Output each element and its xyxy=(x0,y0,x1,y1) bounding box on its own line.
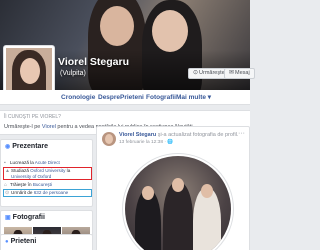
know-text-prefix: Urmăreşte-l pe xyxy=(4,124,42,130)
followers-prefix: Urmărit de xyxy=(11,190,34,195)
photo-person xyxy=(163,182,193,250)
post-card: Viorel Stegaru şi-a actualizat fotografi… xyxy=(96,126,250,250)
lives-link[interactable]: Bucureşti xyxy=(33,182,52,187)
education-prefix: Studiază xyxy=(11,168,31,173)
intro-followers: ⊙ Urmărit de 632 de persoane xyxy=(3,189,92,197)
cover-face-left xyxy=(100,6,134,46)
intro-education: ▲ Studiază Oxford University la Universit… xyxy=(3,167,92,180)
tab-friends[interactable]: Prieteni xyxy=(120,90,144,105)
know-person-link[interactable]: Viorel xyxy=(42,124,56,130)
home-icon: ⌂ xyxy=(4,182,8,188)
education-suffix: la xyxy=(65,168,71,173)
profile-alternate-name: (Vulpita) xyxy=(60,70,86,77)
intro-title: ◉ Prezentare xyxy=(5,143,48,150)
photos-title[interactable]: ▣ Fotografii xyxy=(5,214,45,221)
avatar-face xyxy=(20,58,40,84)
tab-more[interactable]: Mai multe ▾ xyxy=(176,90,211,105)
rss-icon: ⊙ xyxy=(5,190,10,196)
know-person-header: Îl CUNOŞTI PE VIOREL? xyxy=(4,114,61,120)
friends-title[interactable]: ● Prieteni xyxy=(5,238,36,245)
post-avatar-face xyxy=(105,134,113,144)
intro-work: ▪ Lucrează la Acute Direct xyxy=(3,160,92,166)
intro-lives: ⌂ Trăieşte în Bucureşti xyxy=(3,182,92,188)
profile-name[interactable]: Viorel Stegaru xyxy=(58,56,129,68)
post-menu-icon[interactable]: ··· xyxy=(238,130,245,137)
friends-title-text: Prieteni xyxy=(10,238,37,245)
photo-face xyxy=(201,184,213,198)
work-link[interactable]: Acute Direct xyxy=(35,160,60,165)
friends-icon: ● xyxy=(5,239,9,245)
post-author-avatar[interactable] xyxy=(102,132,116,146)
photo-icon: ▣ xyxy=(5,215,11,221)
intro-title-text: Prezentare xyxy=(12,143,49,150)
post-timestamp[interactable]: 13 februarie la 12:38 · 🌐 xyxy=(119,140,173,145)
graduation-cap-icon: ▲ xyxy=(5,168,10,174)
follow-button-label: Urmăreşte xyxy=(199,70,225,76)
briefcase-icon: ▪ xyxy=(4,160,6,166)
followers-link[interactable]: 632 de persoane xyxy=(34,190,68,195)
profile-nav: Cronologie Despre Prieteni Fotografii Ma… xyxy=(0,90,250,105)
photos-title-text: Fotografii xyxy=(12,214,45,221)
rss-icon: ⊙ xyxy=(193,70,199,76)
message-button-label: Mesaj xyxy=(235,70,250,76)
photo-face xyxy=(172,178,184,192)
messenger-icon: ✉ xyxy=(229,70,235,76)
work-prefix: Lucrează la xyxy=(10,160,35,165)
intro-card: ◉ Prezentare ▪ Lucrează la Acute Direct ▲ S… xyxy=(0,139,93,207)
post-action: şi-a actualizat fotografia de profil. xyxy=(156,132,239,138)
cover-face-right xyxy=(152,10,188,52)
friends-card: ● Prieteni xyxy=(0,234,93,250)
tab-photos[interactable]: Fotografii xyxy=(146,90,176,105)
tab-about[interactable]: Despre xyxy=(98,90,120,105)
post-author-name[interactable]: Viorel Stegaru xyxy=(119,132,156,138)
globe-icon: ◉ xyxy=(5,144,11,150)
education-link[interactable]: Oxford University xyxy=(30,168,65,173)
message-button[interactable]: ✉Mesaj xyxy=(224,68,255,79)
profile-avatar[interactable] xyxy=(4,46,54,96)
photo-face xyxy=(142,186,154,200)
education-link-2[interactable]: University of Oxford xyxy=(11,174,51,179)
tab-timeline[interactable]: Cronologie xyxy=(61,90,95,105)
lives-prefix: Trăieşte în xyxy=(10,182,33,187)
post-profile-photo[interactable] xyxy=(125,156,231,250)
post-header: Viorel Stegaru şi-a actualizat fotografi… xyxy=(119,132,238,138)
